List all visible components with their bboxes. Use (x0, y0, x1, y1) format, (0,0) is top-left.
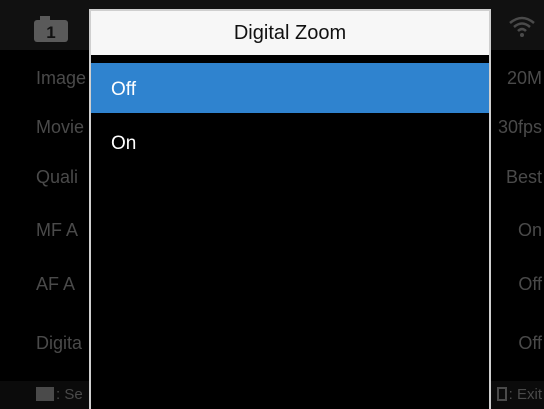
dialog-title: Digital Zoom (91, 11, 489, 55)
select-hint-text: : Se (56, 386, 83, 403)
bg-row-label: MF A (36, 220, 79, 240)
bg-row-label: AF A (36, 274, 76, 294)
bg-row-value: Off (518, 274, 542, 294)
camera-tab-number: 1 (46, 23, 55, 42)
option-on[interactable]: On (91, 117, 489, 167)
wifi-icon (508, 14, 536, 38)
exit-hint-text: : Exit (508, 386, 542, 403)
bg-row-value: 30fps (497, 117, 542, 137)
bg-row-label: Image (36, 68, 87, 88)
bg-row-value: Off (518, 333, 542, 353)
bg-row-value: On (517, 220, 542, 240)
menu-key-icon (496, 387, 507, 401)
option-off[interactable]: Off (91, 63, 489, 113)
camera-tab-icon: 1 (34, 16, 68, 42)
bg-row-value: 20M (506, 68, 542, 88)
bg-row-label: Digita (36, 333, 83, 353)
bg-row-label: Movie (36, 117, 85, 137)
dpad-icon (36, 387, 54, 401)
select-hint: : Se (36, 381, 83, 409)
digital-zoom-dialog: Digital Zoom Off On (89, 9, 491, 409)
exit-hint: : Exit (496, 381, 542, 409)
bg-row-label: Quali (36, 167, 79, 187)
bg-row-value: Best (505, 167, 542, 187)
